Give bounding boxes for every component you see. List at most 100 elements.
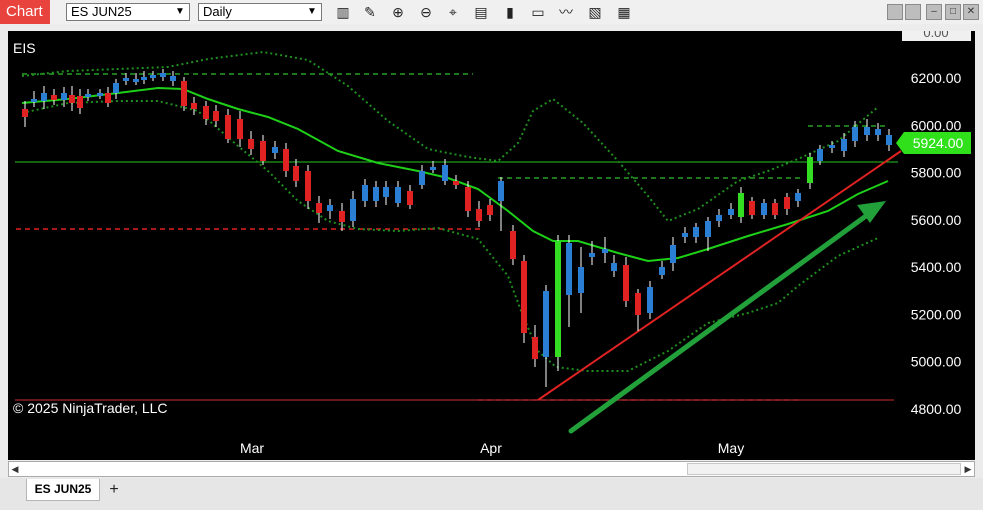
zoom-in-icon[interactable]: ⊕ xyxy=(388,3,408,21)
candle-body xyxy=(225,115,231,139)
candle xyxy=(316,196,322,223)
x-tick-mar: Mar xyxy=(240,440,264,456)
candle-body xyxy=(738,193,744,217)
candle xyxy=(407,185,413,209)
candle xyxy=(77,89,83,114)
candle xyxy=(203,101,209,125)
crosshair-icon[interactable]: ⌖ xyxy=(443,3,463,21)
candle-body xyxy=(237,119,243,139)
chevron-down-icon: ▼ xyxy=(307,6,317,17)
candle xyxy=(886,129,892,151)
candle-body xyxy=(150,75,156,78)
candle-body xyxy=(852,127,858,141)
draw-pencil-icon[interactable]: ✎ xyxy=(360,3,380,21)
scroll-left-icon[interactable]: ◀ xyxy=(9,462,21,476)
properties-icon[interactable]: ▦ xyxy=(614,3,634,21)
candle-body xyxy=(51,95,57,100)
y-tick-label: 5600.00 xyxy=(911,212,962,228)
candle xyxy=(784,193,790,215)
chart-title[interactable]: Chart xyxy=(0,0,50,24)
candle-body xyxy=(487,205,493,215)
candle-body xyxy=(761,203,767,215)
candle-body xyxy=(181,81,187,106)
candle-body xyxy=(566,243,572,295)
instrument-label: EIS xyxy=(13,40,36,56)
candle xyxy=(623,257,629,307)
candle xyxy=(487,199,493,221)
y-tick-label: 4800.00 xyxy=(911,401,962,417)
candle xyxy=(829,141,835,153)
y-tick-label: 6000.00 xyxy=(911,117,962,133)
maximize-button[interactable]: □ xyxy=(945,4,961,20)
candle xyxy=(749,197,755,219)
bars-type-icon[interactable]: ▥ xyxy=(333,3,353,21)
y-tick-label: 5400.00 xyxy=(911,259,962,275)
candle-body xyxy=(272,147,278,153)
candle xyxy=(705,217,711,251)
y-tick-label: 5000.00 xyxy=(911,354,962,370)
candle-body xyxy=(749,201,755,215)
chart-panel[interactable]: EIS © 2025 NinjaTrader, LLC Mar Apr May … xyxy=(8,31,975,460)
candle xyxy=(566,235,572,327)
zoom-out-icon[interactable]: ⊖ xyxy=(416,3,436,21)
candle xyxy=(761,199,767,219)
scroll-thumb[interactable] xyxy=(687,463,961,475)
candle xyxy=(442,159,448,185)
drawing-tools-icon[interactable]: 〰 xyxy=(556,3,576,21)
tab-strip: ES JUN25 + xyxy=(0,478,983,510)
templates-icon[interactable]: ▧ xyxy=(585,3,605,21)
candle xyxy=(97,89,103,99)
instrument-selector[interactable]: ES JUN25 ▼ xyxy=(66,3,190,21)
candle xyxy=(738,187,744,223)
candle xyxy=(160,69,166,81)
close-button[interactable]: ✕ xyxy=(963,4,979,20)
candle-body xyxy=(589,253,595,257)
add-tab-button[interactable]: + xyxy=(104,481,124,499)
candle xyxy=(395,181,401,207)
link-icon[interactable] xyxy=(887,4,903,20)
candle-body xyxy=(841,139,847,151)
candle-body xyxy=(283,149,289,171)
candle-body xyxy=(395,187,401,203)
data-box-icon[interactable]: ▤ xyxy=(471,3,491,21)
indicators-icon[interactable]: ▮ xyxy=(500,3,520,21)
candle-body xyxy=(419,171,425,185)
candle-body xyxy=(682,233,688,237)
candle-body xyxy=(807,157,813,183)
candle xyxy=(350,191,356,227)
candle xyxy=(647,281,653,319)
candle xyxy=(795,189,801,207)
candle-body xyxy=(602,249,608,253)
candle-body xyxy=(635,293,641,315)
pin-icon[interactable] xyxy=(905,4,921,20)
candle xyxy=(476,201,482,227)
period-selector[interactable]: Daily ▼ xyxy=(198,3,322,21)
candle xyxy=(113,79,119,99)
tab-es-jun25[interactable]: ES JUN25 xyxy=(26,479,100,501)
scroll-right-icon[interactable]: ▶ xyxy=(962,462,974,476)
candle xyxy=(150,71,156,81)
candle-body xyxy=(465,187,471,211)
chevron-down-icon: ▼ xyxy=(175,6,185,17)
candle xyxy=(383,181,389,205)
candle-body xyxy=(362,185,368,201)
candle xyxy=(51,89,57,105)
horizontal-scrollbar[interactable]: ◀ ▶ xyxy=(8,461,975,477)
minimize-button[interactable]: – xyxy=(926,4,942,20)
candle xyxy=(543,285,549,387)
candle xyxy=(191,97,197,115)
candle-body xyxy=(105,93,111,103)
candle xyxy=(260,135,266,165)
candle xyxy=(807,153,813,189)
candle xyxy=(693,223,699,243)
candle xyxy=(532,325,538,367)
candle-body xyxy=(532,337,538,359)
candle xyxy=(611,255,617,277)
candle-body xyxy=(85,94,91,97)
x-tick-may: May xyxy=(718,440,744,456)
candle-body xyxy=(316,203,322,213)
candle-body xyxy=(77,96,83,108)
candle xyxy=(578,247,584,313)
strategies-icon[interactable]: ▭ xyxy=(528,3,548,21)
candle-body xyxy=(728,209,734,215)
